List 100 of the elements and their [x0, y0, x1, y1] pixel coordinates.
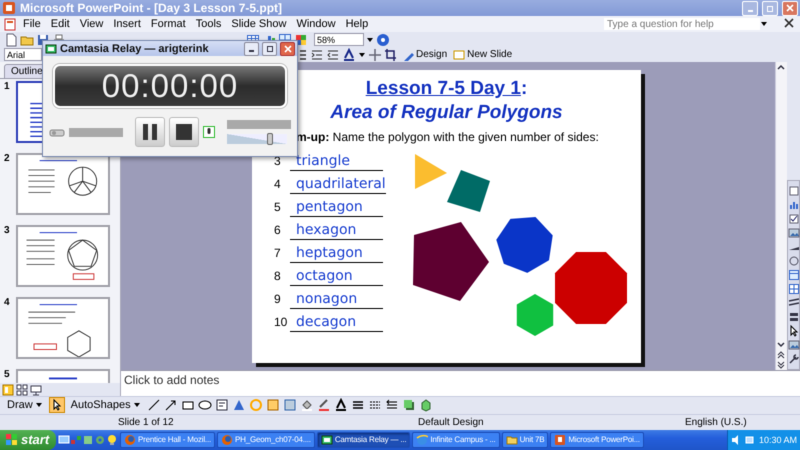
side-count: 8 [274, 269, 282, 286]
window-title: Camtasia Relay — arigterink [60, 42, 210, 54]
stack-icon[interactable] [788, 311, 800, 324]
font-color-icon[interactable] [342, 48, 356, 62]
fill-color-icon[interactable] [300, 398, 314, 412]
bulb-icon[interactable] [106, 434, 118, 446]
minimize-icon [249, 50, 254, 52]
normal-view-icon[interactable] [2, 384, 14, 396]
folder-icon [506, 434, 518, 446]
restore-icon [766, 4, 774, 12]
menu-item[interactable]: Format [146, 18, 191, 30]
microphone-icon[interactable] [203, 126, 215, 138]
color-grid-icon[interactable] [294, 32, 308, 47]
circle-icon[interactable] [788, 255, 800, 268]
next-slide-icon[interactable] [776, 360, 786, 370]
language: English (U.S.) [684, 416, 748, 428]
outdent-icon[interactable] [326, 48, 340, 62]
scroll-up-icon[interactable] [776, 62, 786, 72]
slide-number: 3 [4, 225, 11, 236]
side-count: 4 [274, 177, 282, 194]
side-count: 5 [274, 200, 282, 216]
chart-icon[interactable] [788, 199, 800, 212]
slide-thumbnail[interactable] [16, 153, 110, 216]
minimize-button[interactable] [244, 42, 259, 56]
line-icon[interactable] [146, 398, 161, 412]
line-color-icon[interactable] [316, 398, 331, 412]
pause-button[interactable] [135, 117, 165, 147]
checkbox-icon[interactable] [788, 213, 800, 226]
taskbar-button[interactable]: Unit 7B [502, 432, 548, 448]
indent-icon[interactable] [310, 48, 324, 62]
maximize-button[interactable] [262, 42, 277, 56]
shadow-icon[interactable] [402, 398, 416, 412]
minimize-icon [748, 10, 752, 12]
menu-item[interactable]: View [74, 18, 108, 30]
grid-icon[interactable] [788, 283, 800, 296]
crop-icon[interactable] [384, 48, 398, 62]
polygon-answer: pentagon [290, 198, 383, 218]
close-icon [786, 4, 794, 12]
menu-item[interactable]: Insert [108, 18, 146, 30]
side-count: 6 [274, 223, 282, 240]
window-title: Microsoft PowerPoint - [Day 3 Lesson 7-5.ppt] [20, 1, 284, 16]
close-button[interactable] [280, 42, 295, 56]
sorter-view-icon[interactable] [16, 384, 28, 396]
stop-button[interactable] [169, 117, 199, 147]
slide-number: 5 [4, 369, 11, 380]
taskbar-button[interactable]: Prentice Hall - Mozil... [120, 432, 215, 448]
previous-slide-icon[interactable] [776, 350, 786, 360]
taskbar-button[interactable]: PH_Geom_ch07-04.... [217, 432, 315, 448]
new-page-icon[interactable] [4, 32, 18, 47]
taskbar-button[interactable]: Microsoft PowerPoi... [550, 432, 644, 448]
polygon-answer: heptagon [290, 244, 383, 264]
help-icon[interactable] [376, 32, 390, 47]
close-icon [284, 44, 292, 52]
polygon-answer: octagon [290, 267, 383, 286]
table-icon[interactable] [788, 269, 800, 282]
arrow-icon[interactable] [164, 398, 178, 412]
document-icon[interactable] [4, 17, 18, 32]
taskbar-button[interactable]: Infinite Campus - ... [412, 432, 500, 448]
slideshow-icon[interactable] [30, 384, 42, 396]
polygon-answer: nonagon [290, 290, 383, 310]
design-name: Default Design [417, 416, 485, 428]
taskbar-button[interactable]: Camtasia Relay — ... [316, 432, 410, 448]
stop-icon [175, 123, 193, 141]
slide-number: 1 [4, 81, 11, 92]
caret-icon [34, 401, 43, 410]
new-slide-button[interactable]: New Slide [451, 48, 514, 61]
menu-item[interactable]: Help [340, 18, 374, 30]
side-count: 7 [274, 246, 282, 262]
slide-number: 4 [4, 297, 11, 308]
menu-item[interactable]: Slide Show [226, 18, 292, 30]
app-icon[interactable] [2, 1, 16, 16]
cursor-icon[interactable] [788, 325, 800, 338]
image-icon[interactable] [788, 339, 800, 352]
image-icon[interactable] [788, 227, 800, 240]
font-color-icon[interactable] [334, 398, 348, 412]
design-button[interactable]: Design [400, 48, 450, 61]
oval-icon[interactable] [198, 398, 212, 412]
menu-item[interactable]: File [18, 18, 46, 30]
draw-menu[interactable]: Draw [4, 399, 46, 412]
polygon-answer: decagon [290, 313, 383, 332]
heptagon [496, 217, 553, 274]
display-strip [69, 128, 123, 136]
menu-item[interactable]: Window [291, 18, 341, 30]
move-icon[interactable] [368, 48, 382, 62]
square-icon[interactable] [788, 185, 800, 198]
menu-item[interactable]: Edit [46, 18, 75, 30]
autoshapes-menu[interactable]: AutoShapes [68, 399, 144, 412]
pause-icon [142, 123, 158, 141]
desktop-icon[interactable] [58, 434, 70, 446]
text-box-icon[interactable] [214, 398, 229, 412]
wrench-icon[interactable] [788, 353, 800, 366]
slider-thumb[interactable] [267, 133, 274, 145]
help-search-field[interactable]: Type a question for help [604, 18, 760, 30]
slide-thumbnail[interactable] [16, 225, 110, 288]
volume-slider[interactable] [227, 134, 287, 144]
polygon-answer: hexagon [290, 221, 383, 240]
zoom-field[interactable]: 58% [314, 33, 364, 46]
slide-thumbnail[interactable] [16, 297, 110, 360]
close-icon[interactable] [782, 16, 796, 30]
menu-item[interactable]: Tools [190, 18, 226, 30]
